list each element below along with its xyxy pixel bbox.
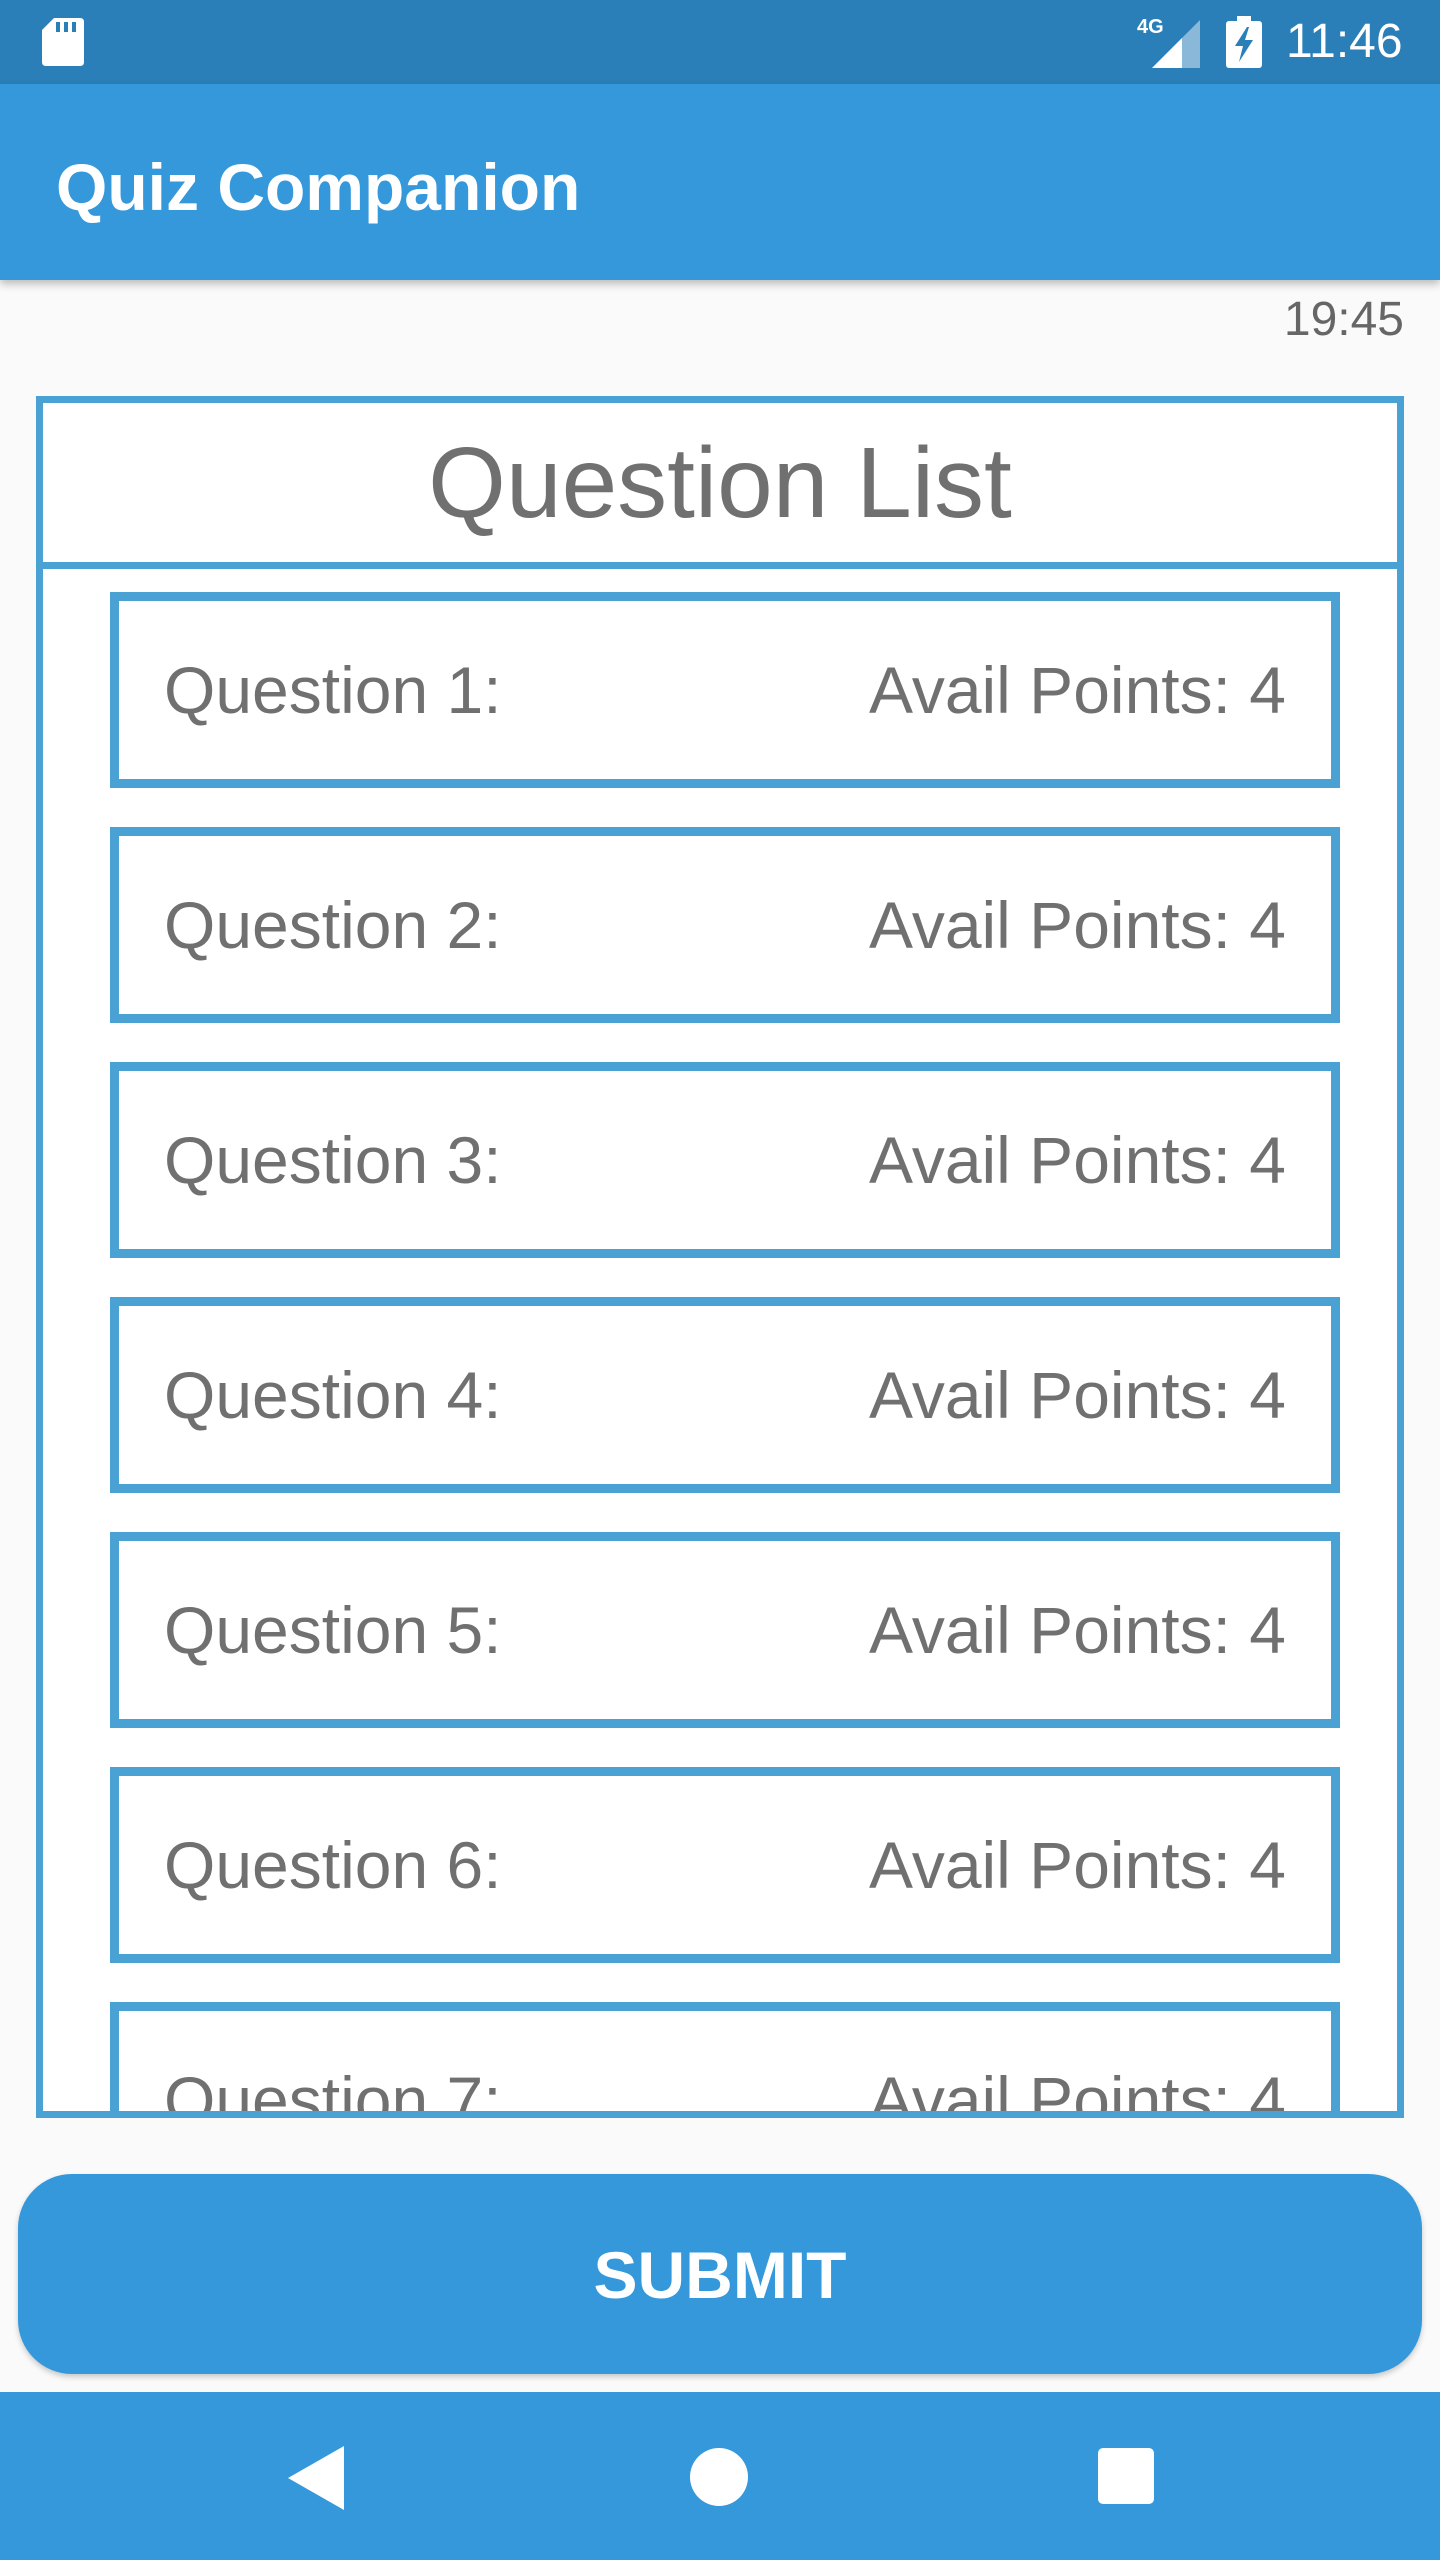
sd-card-icon	[42, 18, 84, 66]
question-item-6[interactable]: Question 6: Avail Points: 4	[110, 1767, 1340, 1963]
question-label: Question 2:	[164, 888, 502, 962]
battery-charging-icon	[1226, 16, 1262, 68]
recents-icon[interactable]	[1098, 2448, 1154, 2504]
question-item-3[interactable]: Question 3: Avail Points: 4	[110, 1062, 1340, 1258]
screen: 4G 11:46 Quiz Companion 19:45 Question L…	[0, 0, 1440, 2560]
question-label: Question 3:	[164, 1123, 502, 1197]
question-list-panel: Question List Question 1: Avail Points: …	[36, 396, 1404, 2118]
question-points: Avail Points: 4	[868, 1828, 1286, 1902]
app-title: Quiz Companion	[56, 150, 581, 224]
back-icon[interactable]	[288, 2446, 344, 2510]
question-points: Avail Points: 4	[868, 1358, 1286, 1432]
question-points: Avail Points: 4	[868, 653, 1286, 727]
navigation-bar	[0, 2392, 1440, 2560]
submit-button[interactable]: SUBMIT	[18, 2174, 1422, 2374]
question-label: Question 5:	[164, 1593, 502, 1667]
status-clock: 11:46	[1286, 15, 1403, 68]
question-label: Question 6:	[164, 1828, 502, 1902]
question-item-7[interactable]: Question 7: Avail Points: 4	[110, 2002, 1340, 2118]
question-points: Avail Points: 4	[868, 2063, 1286, 2118]
cell-signal-icon	[1152, 20, 1200, 68]
quiz-timer: 19:45	[1283, 293, 1404, 346]
question-item-1[interactable]: Question 1: Avail Points: 4	[110, 592, 1340, 788]
question-item-5[interactable]: Question 5: Avail Points: 4	[110, 1532, 1340, 1728]
question-label: Question 4:	[164, 1358, 502, 1432]
question-points: Avail Points: 4	[868, 1593, 1286, 1667]
question-label: Question 7:	[164, 2063, 502, 2118]
question-item-2[interactable]: Question 2: Avail Points: 4	[110, 827, 1340, 1023]
question-points: Avail Points: 4	[868, 888, 1286, 962]
panel-title: Question List	[428, 427, 1012, 539]
status-bar: 4G 11:46	[0, 0, 1440, 84]
question-label: Question 1:	[164, 653, 502, 727]
panel-header: Question List	[43, 403, 1397, 569]
question-list[interactable]: Question 1: Avail Points: 4 Question 2: …	[43, 569, 1397, 2118]
question-item-4[interactable]: Question 4: Avail Points: 4	[110, 1297, 1340, 1493]
app-bar: Quiz Companion	[0, 84, 1440, 280]
home-icon[interactable]	[690, 2448, 748, 2506]
question-points: Avail Points: 4	[868, 1123, 1286, 1197]
